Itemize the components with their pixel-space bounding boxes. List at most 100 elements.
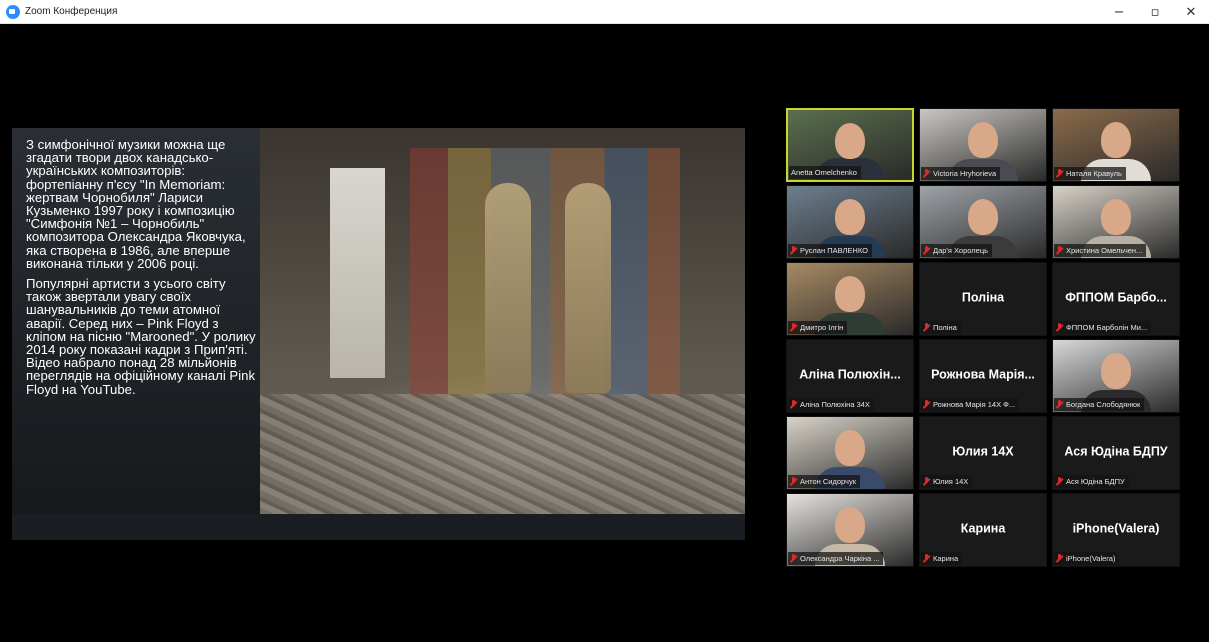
participant-name-label: Аліна Полюхіна 34Х — [788, 398, 874, 411]
participant-tile[interactable]: Христина Омельчен... — [1052, 185, 1180, 259]
participant-label-text: Антон Сидорчук — [800, 477, 856, 486]
participant-name-label: ФППОМ Барболін Ми... — [1054, 321, 1152, 334]
participant-tile[interactable]: Олександра Чаркіна ... — [786, 493, 914, 567]
muted-mic-icon — [790, 400, 797, 409]
participant-tile[interactable]: ФППОМ Барбо... ФППОМ Барболін Ми... — [1052, 262, 1180, 336]
muted-mic-icon — [1056, 323, 1063, 332]
muted-mic-icon — [923, 554, 930, 563]
slide-paragraph-1: З симфонічної музики можна ще згадати тв… — [26, 137, 246, 271]
participant-label-text: Victoria Hryhorieva — [933, 169, 997, 178]
photo-mural — [410, 148, 680, 398]
participant-label-text: Наталя Кравуль — [1066, 169, 1122, 178]
participant-label-text: Рожнова Марія 14Х Ф... — [933, 400, 1016, 409]
participant-face — [835, 275, 865, 312]
participant-name-label: Ася Юдіна БДПУ — [1054, 475, 1129, 488]
participant-face — [835, 429, 865, 466]
participant-tile[interactable]: Рожнова Марія... Рожнова Марія 14Х Ф... — [919, 339, 1047, 413]
shared-screen[interactable]: З симфонічної музики можна ще згадати тв… — [12, 128, 745, 540]
slide-photo — [260, 128, 745, 514]
muted-mic-icon — [923, 169, 930, 178]
muted-mic-icon — [790, 477, 797, 486]
participant-name-label: Наталя Кравуль — [1054, 167, 1126, 180]
participant-display-name: ФППОМ Барбо... — [1065, 290, 1167, 305]
participant-display-name: Поліна — [961, 290, 1005, 305]
participant-tile[interactable]: Дар'я Хоролець — [919, 185, 1047, 259]
participant-tile[interactable]: Поліна Поліна — [919, 262, 1047, 336]
participant-tile[interactable]: Наталя Кравуль — [1052, 108, 1180, 182]
participant-tile[interactable]: Аліна Полюхін... Аліна Полюхіна 34Х — [786, 339, 914, 413]
title-bar: Zoom Конференция − ▫ ✕ — [0, 0, 1209, 24]
participant-label-text: ФППОМ Барболін Ми... — [1066, 323, 1148, 332]
participant-label-text: Карина — [933, 554, 959, 563]
muted-mic-icon — [923, 246, 930, 255]
mural-figure-left — [485, 183, 531, 393]
participant-name-label: iPhone(Valera) — [1054, 552, 1120, 565]
muted-mic-icon — [790, 554, 797, 563]
participant-label-text: Христина Омельчен... — [1066, 246, 1143, 255]
muted-mic-icon — [790, 323, 797, 332]
participant-label-text: Дмитро Ілгін — [800, 323, 844, 332]
participant-face — [1101, 121, 1131, 158]
slide-paragraph-2: Популярні артисти з усього світу також з… — [26, 276, 256, 397]
participant-label-text: Ася Юдіна БДПУ — [1066, 477, 1125, 486]
participant-label-text: Юлия 14Х — [933, 477, 969, 486]
participant-tile[interactable]: Антон Сидорчук — [786, 416, 914, 490]
participant-label-text: Богдана Слободянюк — [1066, 400, 1141, 409]
participant-name-label: Рожнова Марія 14Х Ф... — [921, 398, 1020, 411]
participant-tile[interactable]: iPhone(Valera) iPhone(Valera) — [1052, 493, 1180, 567]
participant-label-text: Anetta Omelchenko — [791, 168, 857, 177]
muted-mic-icon — [923, 323, 930, 332]
muted-mic-icon — [1056, 477, 1063, 486]
participant-display-name: iPhone(Valera) — [1072, 521, 1160, 536]
participant-face — [1101, 352, 1131, 389]
participant-tile[interactable]: Руслан ПАВЛЕНКО — [786, 185, 914, 259]
participant-display-name: Ася Юдіна БДПУ — [1064, 444, 1168, 459]
muted-mic-icon — [790, 246, 797, 255]
participant-tile[interactable]: Дмитро Ілгін — [786, 262, 914, 336]
minimize-button[interactable]: − — [1101, 0, 1137, 24]
participant-display-name: Юлия 14Х — [952, 444, 1014, 459]
participant-tile[interactable]: Ася Юдіна БДПУ Ася Юдіна БДПУ — [1052, 416, 1180, 490]
participant-display-name: Карина — [960, 521, 1006, 536]
participant-label-text: Олександра Чаркіна ... — [800, 554, 880, 563]
participant-tile[interactable]: Anetta Omelchenko — [786, 108, 914, 182]
participant-name-label: Дмитро Ілгін — [788, 321, 848, 334]
mural-figure-right — [565, 183, 611, 393]
participant-label-text: Поліна — [933, 323, 957, 332]
participant-tile[interactable]: Богдана Слободянюк — [1052, 339, 1180, 413]
participant-tile[interactable]: Карина Карина — [919, 493, 1047, 567]
participant-name-label: Антон Сидорчук — [788, 475, 860, 488]
participant-name-label: Богдана Слободянюк — [1054, 398, 1145, 411]
muted-mic-icon — [923, 400, 930, 409]
participant-name-label: Христина Омельчен... — [1054, 244, 1147, 257]
close-button[interactable]: ✕ — [1173, 0, 1209, 24]
window-controls: − ▫ ✕ — [1101, 0, 1209, 24]
participant-face — [835, 198, 865, 235]
participant-face — [968, 121, 998, 158]
participant-name-label: Руслан ПАВЛЕНКО — [788, 244, 872, 257]
participant-label-text: Руслан ПАВЛЕНКО — [800, 246, 868, 255]
participant-face — [968, 198, 998, 235]
participant-face — [1101, 198, 1131, 235]
muted-mic-icon — [1056, 400, 1063, 409]
participant-name-label: Олександра Чаркіна ... — [788, 552, 884, 565]
slide-text: З симфонічної музики можна ще згадати тв… — [26, 138, 262, 403]
participant-label-text: Аліна Полюхіна 34Х — [800, 400, 870, 409]
participant-tile[interactable]: Victoria Hryhorieva — [919, 108, 1047, 182]
participant-name-label: Victoria Hryhorieva — [921, 167, 1001, 180]
participant-label-text: iPhone(Valera) — [1066, 554, 1116, 563]
participant-name-label: Юлия 14Х — [921, 475, 973, 488]
participant-tile[interactable]: Юлия 14Х Юлия 14Х — [919, 416, 1047, 490]
participant-face — [835, 122, 865, 159]
window-title: Zoom Конференция — [25, 6, 118, 17]
participant-name-label: Anetta Omelchenko — [789, 166, 861, 179]
zoom-logo-icon — [6, 4, 20, 19]
muted-mic-icon — [1056, 554, 1063, 563]
participant-name-label: Поліна — [921, 321, 961, 334]
photo-window — [330, 168, 385, 378]
participant-face — [835, 506, 865, 543]
participant-gallery: Anetta Omelchenko Victoria Hryhorieva Ната… — [786, 108, 1180, 567]
maximize-button[interactable]: ▫ — [1137, 0, 1173, 24]
participant-name-label: Карина — [921, 552, 963, 565]
participant-label-text: Дар'я Хоролець — [933, 246, 989, 255]
